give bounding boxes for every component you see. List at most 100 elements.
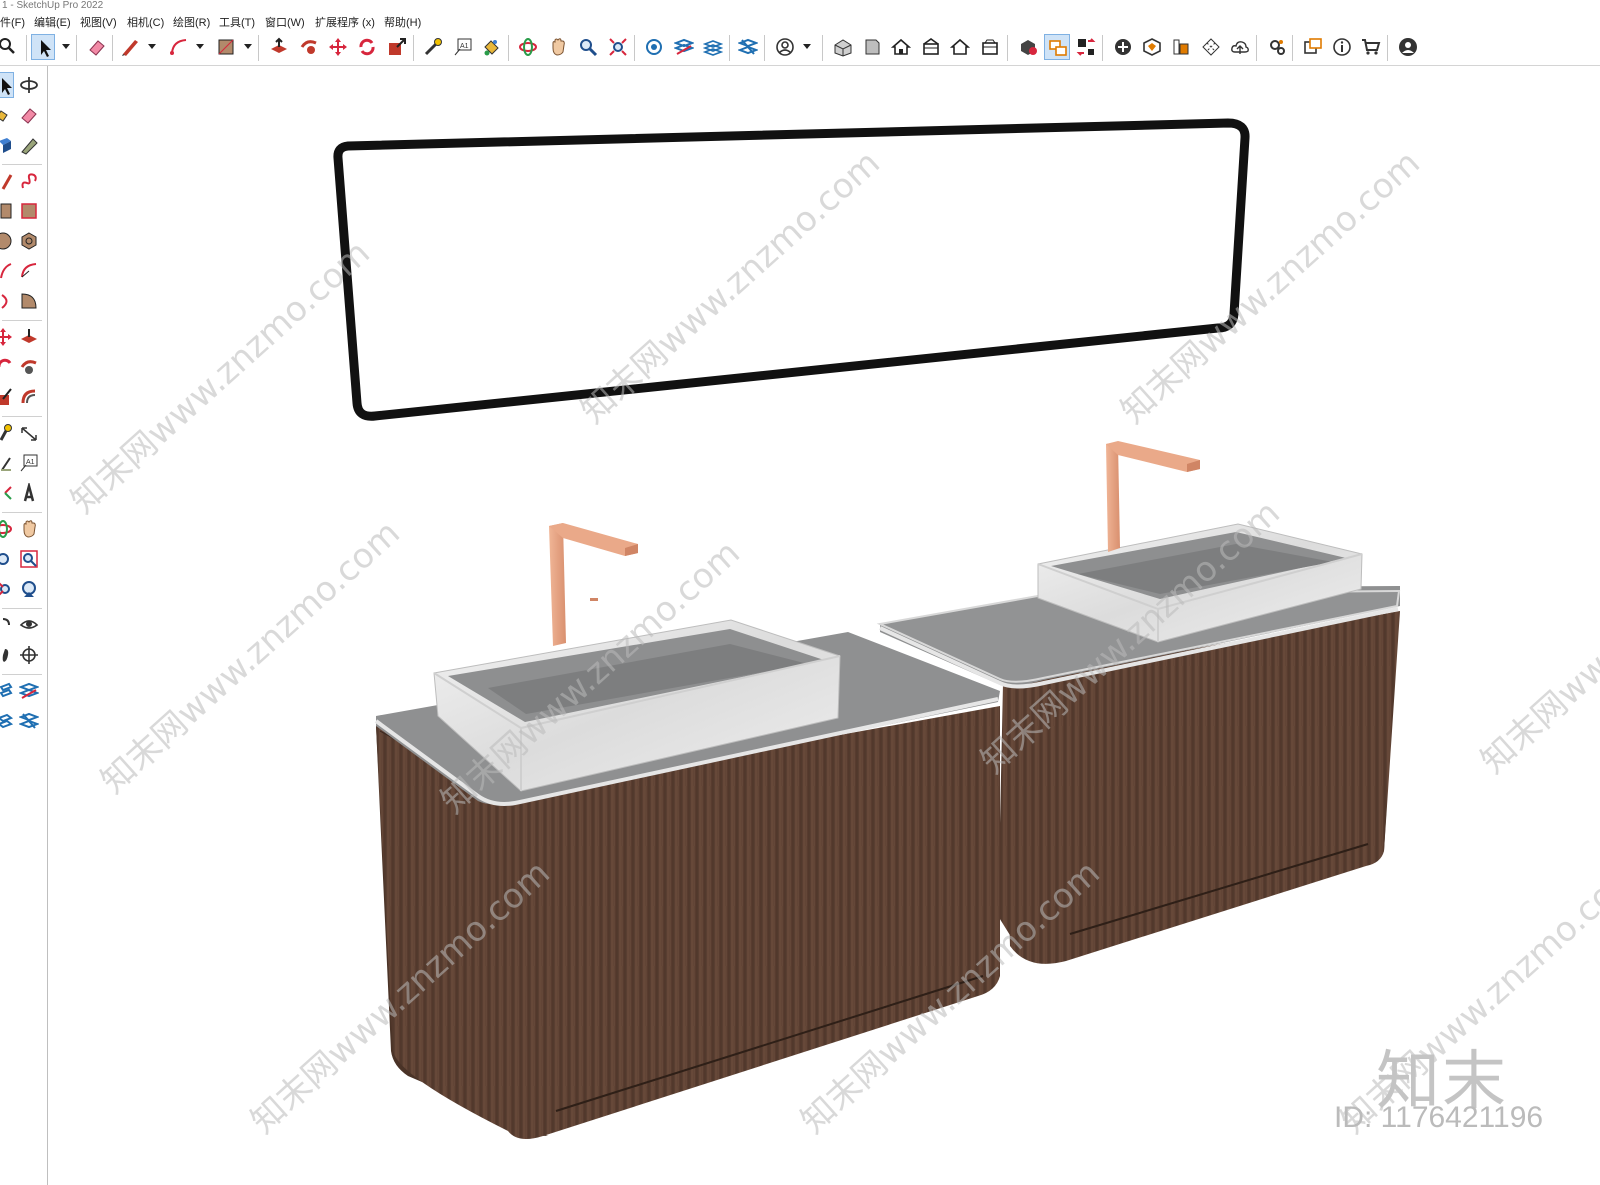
extension-warehouse-icon[interactable]	[1073, 34, 1099, 60]
menu-tools[interactable]: 工具(T)	[219, 14, 255, 30]
section-plane-icon[interactable]	[16, 642, 42, 668]
top-view-icon[interactable]	[859, 34, 885, 60]
arc-icon[interactable]	[166, 34, 192, 60]
left-faucet[interactable]	[549, 523, 638, 646]
rotate-icon[interactable]	[0, 354, 16, 380]
menu-file[interactable]: 件(F)	[0, 14, 25, 30]
front-view-icon[interactable]	[888, 34, 914, 60]
orbit-icon[interactable]	[0, 516, 16, 542]
protractor-icon[interactable]	[0, 450, 16, 476]
dimension-grid-icon[interactable]	[1198, 34, 1224, 60]
line-dropdown-icon[interactable]	[148, 34, 156, 60]
send-to-layout-icon[interactable]	[1300, 34, 1326, 60]
scale-icon[interactable]	[0, 384, 16, 410]
arc-dropdown-icon[interactable]	[196, 34, 204, 60]
sandbox-icon[interactable]	[0, 678, 16, 704]
add-location-icon[interactable]	[1110, 34, 1136, 60]
3d-warehouse-icon[interactable]	[1015, 34, 1041, 60]
cloud-upload-icon[interactable]	[1227, 34, 1253, 60]
menu-extensions[interactable]: 扩展程序 (x)	[315, 14, 375, 30]
offset-icon[interactable]	[16, 384, 42, 410]
account-dropdown-icon[interactable]	[803, 34, 811, 60]
layout-icon[interactable]	[1168, 34, 1194, 60]
sandbox-stamp-icon[interactable]	[0, 708, 16, 734]
paint-bucket-icon[interactable]	[0, 102, 16, 128]
look-around-icon[interactable]	[16, 612, 42, 638]
user-account-icon[interactable]	[772, 34, 798, 60]
sandbox-smoove-icon[interactable]	[671, 34, 697, 60]
rectangle-icon[interactable]	[0, 198, 16, 224]
rotated-rectangle-icon[interactable]	[16, 198, 42, 224]
zoom-extents-icon[interactable]	[0, 576, 16, 602]
move-icon[interactable]	[0, 324, 16, 350]
dimension-icon[interactable]	[16, 420, 42, 446]
shop-cart-icon[interactable]	[1358, 34, 1384, 60]
orbit-icon[interactable]	[16, 72, 42, 98]
component-icon[interactable]	[0, 132, 16, 158]
two-point-arc-icon[interactable]	[0, 288, 16, 314]
eraser-icon[interactable]	[16, 102, 42, 128]
mirror[interactable]	[333, 118, 1250, 421]
tape-measure-icon[interactable]	[420, 34, 446, 60]
sandbox-stamp-icon[interactable]	[700, 34, 726, 60]
move-icon[interactable]	[325, 34, 351, 60]
paint-bucket-icon[interactable]	[478, 34, 504, 60]
info-icon[interactable]	[1329, 34, 1355, 60]
shape-rectangle-icon[interactable]	[213, 34, 239, 60]
menu-help[interactable]: 帮助(H)	[384, 14, 421, 30]
circle-icon[interactable]	[0, 228, 16, 254]
3d-text-icon[interactable]	[16, 480, 42, 506]
zoom-window-icon[interactable]	[16, 546, 42, 572]
push-pull-icon[interactable]	[266, 34, 292, 60]
select-icon[interactable]	[31, 34, 55, 60]
menu-window[interactable]: 窗口(W)	[265, 14, 305, 30]
pan-icon[interactable]	[545, 34, 571, 60]
right-view-icon[interactable]	[918, 34, 944, 60]
model-info-icon[interactable]	[1264, 34, 1290, 60]
text-icon[interactable]: A1	[16, 450, 42, 476]
pie-icon[interactable]	[16, 258, 42, 284]
sandbox-drape-icon[interactable]	[735, 34, 761, 60]
menu-view[interactable]: 视图(V)	[80, 14, 117, 30]
follow-me-icon[interactable]	[296, 34, 322, 60]
position-camera-icon[interactable]	[0, 612, 16, 638]
zoom-icon[interactable]	[0, 546, 16, 572]
previous-view-icon[interactable]	[16, 576, 42, 602]
follow-me-icon[interactable]	[16, 354, 42, 380]
select-dropdown-icon[interactable]	[62, 34, 70, 60]
sandbox-drape-icon[interactable]	[16, 708, 42, 734]
sandbox-smoove-icon[interactable]	[16, 678, 42, 704]
push-pull-icon[interactable]	[16, 324, 42, 350]
line-icon[interactable]	[0, 168, 16, 194]
model-viewport[interactable]: 知末网www.znzmo.com 知末网www.znzmo.com 知末网www…	[48, 66, 1600, 1185]
solid-tools-icon[interactable]	[1139, 34, 1165, 60]
walk-icon[interactable]	[0, 642, 16, 668]
left-view-icon[interactable]	[977, 34, 1003, 60]
rotate-icon[interactable]	[354, 34, 380, 60]
pan-icon[interactable]	[16, 516, 42, 542]
menu-camera[interactable]: 相机(C)	[127, 14, 164, 30]
orbit-icon[interactable]	[515, 34, 541, 60]
select-icon[interactable]	[0, 72, 14, 98]
arc-icon[interactable]	[0, 258, 16, 284]
menu-edit[interactable]: 编辑(E)	[34, 14, 71, 30]
iso-view-icon[interactable]	[830, 34, 856, 60]
scale-icon[interactable]	[384, 34, 410, 60]
zoom-icon[interactable]	[575, 34, 601, 60]
text-icon[interactable]: A1	[450, 34, 476, 60]
search-icon[interactable]	[0, 33, 20, 59]
tape-icon[interactable]	[16, 132, 42, 158]
polygon-icon[interactable]	[16, 228, 42, 254]
eraser-icon[interactable]	[84, 34, 110, 60]
freehand-icon[interactable]	[16, 168, 42, 194]
profile-icon[interactable]	[1395, 34, 1421, 60]
menu-draw[interactable]: 绘图(R)	[173, 14, 210, 30]
component-swap-icon[interactable]	[1044, 34, 1070, 60]
three-point-arc-icon[interactable]	[16, 288, 42, 314]
tape-measure-icon[interactable]	[0, 420, 16, 446]
zoom-extents-icon[interactable]	[605, 34, 631, 60]
axes-icon[interactable]	[0, 480, 16, 506]
pencil-line-icon[interactable]	[117, 34, 143, 60]
shape-dropdown-icon[interactable]	[244, 34, 252, 60]
back-view-icon[interactable]	[947, 34, 973, 60]
